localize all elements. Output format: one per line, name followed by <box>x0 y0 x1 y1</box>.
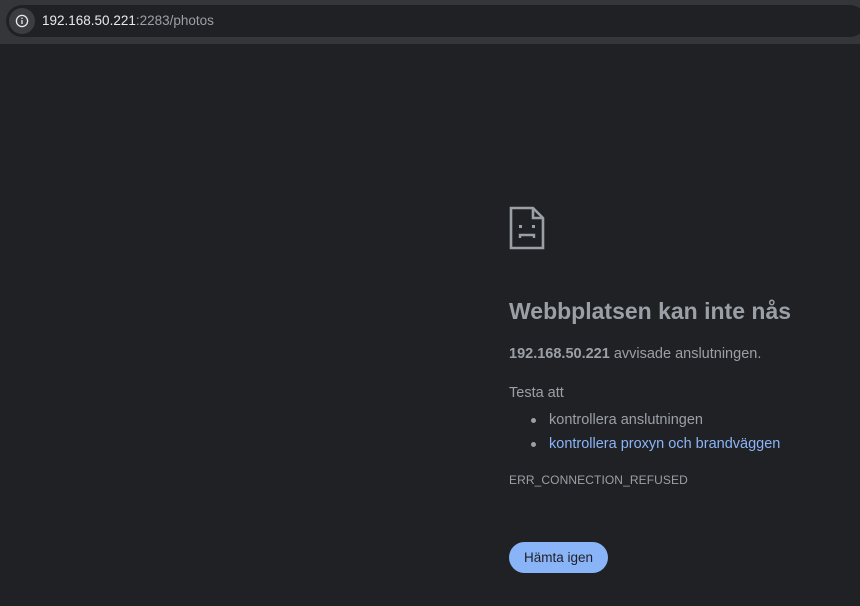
reload-button[interactable]: Hämta igen <box>509 542 608 573</box>
detail-text: avvisade anslutningen. <box>609 346 762 362</box>
suggestion-item: kontrollera anslutningen <box>509 408 780 432</box>
info-icon <box>15 14 29 28</box>
browser-toolbar: 192.168.50.221:2283/photos <box>0 0 860 44</box>
suggestion-check-connection: kontrollera anslutningen <box>549 412 703 428</box>
error-code: ERR_CONNECTION_REFUSED <box>509 473 688 487</box>
url-path: :2283/photos <box>135 13 214 28</box>
try-label: Testa att <box>509 385 564 401</box>
url-host: 192.168.50.221 <box>42 13 136 28</box>
error-heading: Webbplatsen kan inte nås <box>509 298 792 324</box>
detail-host: 192.168.50.221 <box>509 346 610 362</box>
error-detail: 192.168.50.221 avvisade anslutningen. <box>509 345 761 363</box>
site-info-button[interactable] <box>9 8 35 34</box>
suggestion-check-proxy-link[interactable]: kontrollera proxyn och brandväggen <box>549 436 780 452</box>
sad-page-icon <box>509 206 545 250</box>
address-bar[interactable]: 192.168.50.221:2283/photos <box>6 5 860 37</box>
url-text[interactable]: 192.168.50.221:2283/photos <box>42 13 214 29</box>
suggestion-list: kontrollera anslutningen kontrollera pro… <box>509 408 780 456</box>
suggestion-item: kontrollera proxyn och brandväggen <box>509 432 780 456</box>
